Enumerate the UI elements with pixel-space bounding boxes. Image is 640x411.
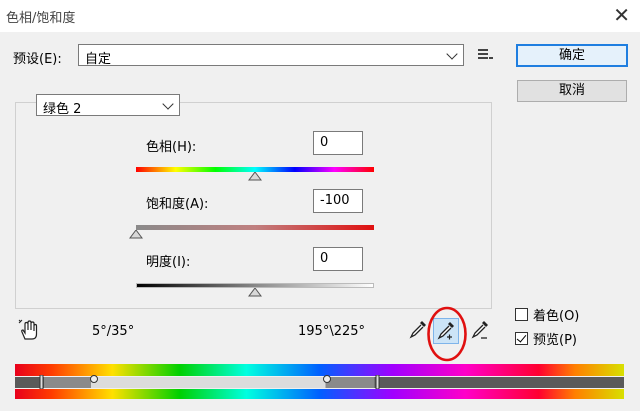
range-right-outer-handle[interactable] xyxy=(374,375,382,389)
preview-checkbox[interactable] xyxy=(515,332,528,345)
range-left-readout: 5°/35° xyxy=(92,324,135,339)
cancel-button[interactable]: 取消 xyxy=(517,80,627,102)
preset-value: 自定 xyxy=(85,52,112,67)
ok-button[interactable]: 确定 xyxy=(516,44,628,67)
result-color-bar xyxy=(15,389,624,399)
targeted-adjustment-hand-icon[interactable] xyxy=(18,319,40,341)
range-right-readout: 195°\225° xyxy=(298,324,366,339)
channel-value: 绿色 2 xyxy=(43,102,82,117)
saturation-input[interactable]: -100 xyxy=(313,189,363,213)
lightness-label: 明度(I): xyxy=(146,255,191,270)
eyedropper-subtract-icon[interactable] xyxy=(469,318,491,342)
close-icon[interactable]: ✕ xyxy=(613,3,630,27)
saturation-label: 饱和度(A): xyxy=(146,197,209,212)
lightness-input[interactable]: 0 xyxy=(313,247,363,271)
preview-label[interactable]: 预览(P) xyxy=(533,329,577,348)
menu-icon[interactable] xyxy=(478,48,493,62)
colorize-checkbox[interactable] xyxy=(515,308,528,321)
adjustment-group xyxy=(15,102,492,309)
range-left-inner-handle[interactable] xyxy=(89,374,99,384)
hue-slider-thumb[interactable] xyxy=(248,172,262,181)
chevron-down-icon xyxy=(446,48,458,60)
preset-select[interactable]: 自定 xyxy=(78,44,464,67)
range-left-outer-handle[interactable] xyxy=(38,375,46,389)
saturation-slider-thumb[interactable] xyxy=(129,230,143,239)
hue-input[interactable]: 0 xyxy=(313,131,363,155)
range-adjust-bar[interactable] xyxy=(15,377,624,388)
highlight-circle xyxy=(427,306,467,362)
source-color-bar xyxy=(15,364,624,376)
saturation-slider-track[interactable] xyxy=(136,225,374,230)
preset-label: 预设(E): xyxy=(13,52,62,67)
channel-select[interactable]: 绿色 2 xyxy=(36,94,180,117)
colorize-label[interactable]: 着色(O) xyxy=(533,305,579,324)
title-bar: 色相/饱和度 ✕ xyxy=(0,0,640,32)
hue-label: 色相(H): xyxy=(146,140,197,155)
window-title: 色相/饱和度 xyxy=(6,11,76,26)
lightness-slider-thumb[interactable] xyxy=(248,288,262,297)
range-right-inner-handle[interactable] xyxy=(322,374,332,384)
chevron-down-icon xyxy=(162,98,174,110)
